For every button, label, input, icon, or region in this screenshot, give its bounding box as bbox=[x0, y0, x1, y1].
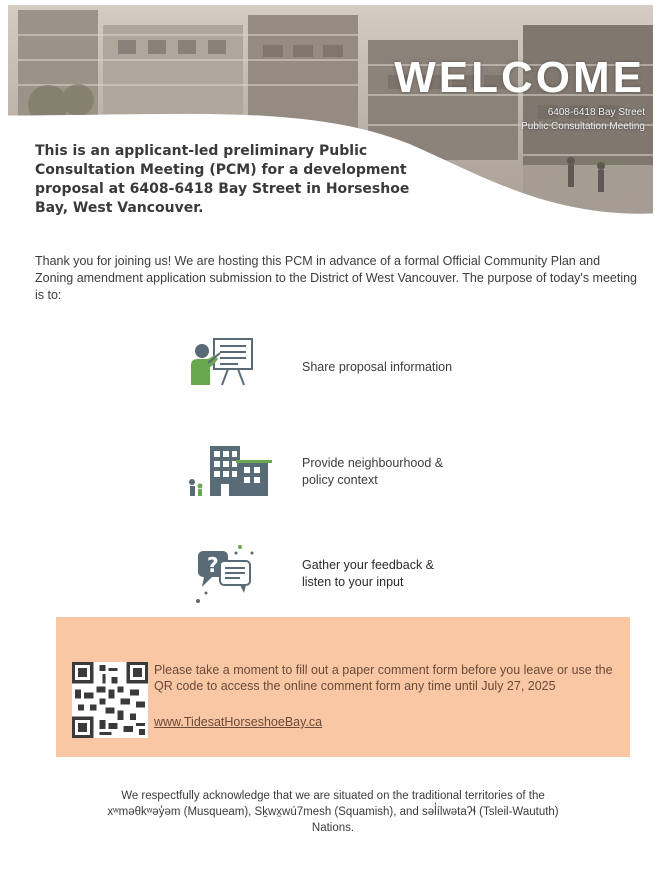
website-link[interactable]: www.TidesatHorseshoeBay.ca bbox=[154, 715, 322, 729]
purpose-feedback-line2: listen to your input bbox=[302, 575, 404, 589]
purpose-feedback-line1: Gather your feedback & bbox=[302, 558, 435, 572]
svg-text:?: ? bbox=[207, 553, 219, 577]
intro-heading: This is an applicant-led preliminary Pub… bbox=[35, 143, 410, 216]
purpose-context-line2: policy context bbox=[302, 473, 378, 487]
purpose-feedback-text: Gather your feedback & listen to your in… bbox=[302, 557, 502, 591]
welcome-title: WELCOME bbox=[394, 53, 645, 102]
presentation-icon bbox=[191, 338, 253, 386]
notice-text: Please take a moment to fill out a paper… bbox=[154, 663, 613, 693]
neighbourhood-icon bbox=[189, 446, 272, 496]
comment-form-notice: Please take a moment to fill out a paper… bbox=[56, 617, 630, 757]
consultation-poster: WELCOME 6408-6418 Bay Street Public Cons… bbox=[8, 5, 653, 870]
purpose-share-text: Share proposal information bbox=[302, 359, 502, 376]
land-acknowledgement: We respectfully acknowledge that we are … bbox=[107, 790, 559, 834]
purpose-share-line1: Share proposal information bbox=[302, 360, 453, 374]
purpose-context-text: Provide neighbourhood & policy context bbox=[302, 455, 502, 489]
feedback-icon: ? bbox=[196, 545, 254, 603]
purpose-context-line1: Provide neighbourhood & bbox=[302, 456, 444, 470]
qr-code-icon[interactable] bbox=[72, 662, 148, 738]
purpose-paragraph: Thank you for joining us! We are hosting… bbox=[35, 254, 638, 302]
banner-event: Public Consultation Meeting bbox=[521, 121, 645, 132]
banner-address: 6408-6418 Bay Street bbox=[547, 107, 645, 118]
